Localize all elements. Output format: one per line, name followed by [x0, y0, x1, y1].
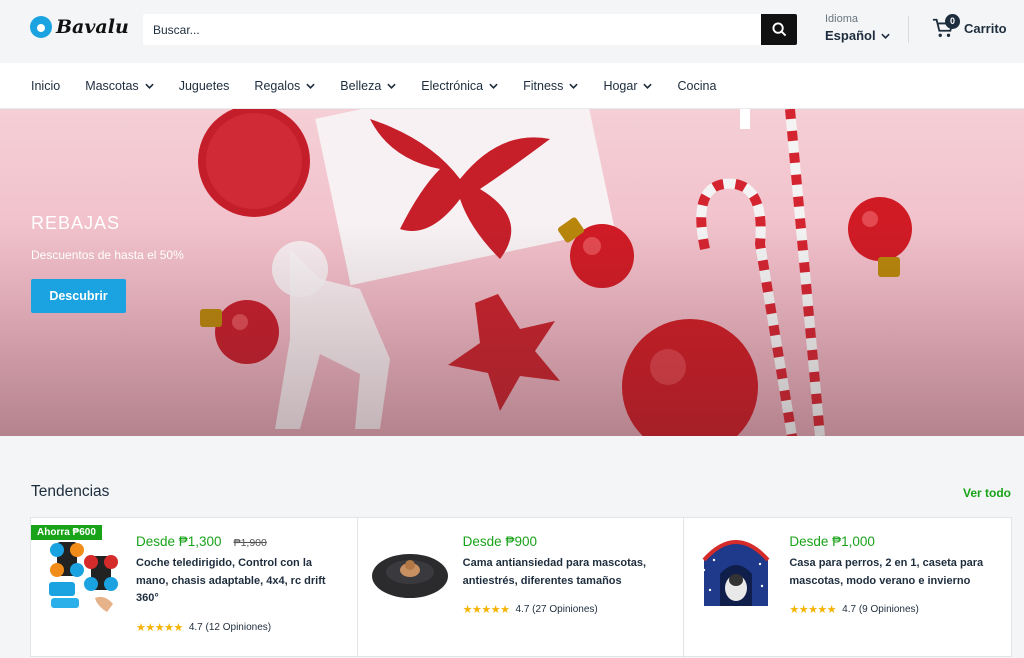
- rating-stars-icon: ★★★★★: [136, 621, 183, 634]
- language-value: Español: [825, 28, 876, 43]
- site-header: Bavalu Idioma Español 0 Carrito: [0, 0, 1024, 63]
- nav-item-inicio[interactable]: Inicio: [31, 79, 60, 93]
- section-title-trending: Tendencias: [31, 483, 110, 500]
- product-price: Desde ₱900: [462, 534, 537, 549]
- nav-item-hogar[interactable]: Hogar: [603, 79, 653, 93]
- search-button[interactable]: [761, 14, 797, 45]
- cart-label: Carrito: [964, 20, 1007, 36]
- savings-badge: Ahorra ₱600: [31, 525, 102, 540]
- product-name[interactable]: Casa para perros, 2 en 1, caseta para ma…: [789, 555, 999, 590]
- product-image-dog-house: [702, 540, 770, 606]
- product-card[interactable]: Desde ₱900 Cama antiansiedad para mascot…: [358, 518, 685, 658]
- nav-item-mascotas[interactable]: Mascotas: [85, 79, 154, 93]
- nav-item-fitness[interactable]: Fitness: [523, 79, 579, 93]
- nav-item-cocina[interactable]: Cocina: [677, 79, 716, 93]
- product-list: Ahorra ₱600 Desde ₱1,300 ₱1,900 Coche te…: [30, 517, 1012, 658]
- chevron-down-icon: [489, 83, 498, 89]
- chevron-down-icon: [643, 83, 653, 89]
- language-selector[interactable]: Idioma Español: [825, 13, 890, 43]
- product-rating: ★★★★★ 4.7 (27 Opiniones): [463, 603, 673, 616]
- product-rating: ★★★★★ 4.7 (12 Opiniones): [136, 621, 346, 634]
- search-icon: [771, 22, 786, 37]
- cart-count-badge: 0: [945, 14, 960, 29]
- logo[interactable]: Bavalu: [30, 16, 129, 38]
- product-image-rc-car: [49, 542, 118, 612]
- product-price: Desde ₱1,300: [136, 534, 222, 549]
- hero-shade: [0, 109, 1024, 436]
- rating-stars-icon: ★★★★★: [789, 604, 837, 617]
- nav-item-belleza[interactable]: Belleza: [340, 79, 396, 93]
- main-navigation: Inicio Mascotas Juguetes Regalos Belleza…: [0, 63, 1024, 109]
- chevron-down-icon: [569, 83, 579, 89]
- chevron-down-icon: [880, 33, 890, 39]
- nav-item-regalos[interactable]: Regalos: [254, 79, 315, 93]
- product-card[interactable]: Desde ₱1,000 Casa para perros, 2 en 1, c…: [684, 518, 1011, 658]
- product-old-price: ₱1,900: [233, 537, 267, 549]
- nav-item-juguetes[interactable]: Juguetes: [179, 79, 230, 93]
- product-price: Desde ₱1,000: [789, 534, 875, 549]
- chevron-down-icon: [387, 83, 396, 89]
- rating-text: 4.7 (12 Opiniones): [188, 621, 272, 633]
- cart-button[interactable]: 0 Carrito: [932, 14, 1007, 39]
- product-name[interactable]: Cama antiansiedad para mascotas, antiest…: [463, 555, 673, 590]
- language-label: Idioma: [825, 13, 859, 25]
- logo-text: Bavalu: [56, 16, 129, 38]
- rating-text: 4.7 (9 Opiniones): [842, 604, 919, 616]
- search-bar: [143, 14, 797, 45]
- rating-stars-icon: ★★★★★: [462, 604, 510, 617]
- header-divider: [908, 16, 909, 43]
- see-all-link[interactable]: Ver todo: [963, 486, 1011, 500]
- product-image-pet-bed: [371, 554, 448, 598]
- hero-title: REBAJAS: [31, 213, 121, 233]
- product-card[interactable]: Ahorra ₱600 Desde ₱1,300 ₱1,900 Coche te…: [31, 518, 358, 658]
- paw-icon: [30, 16, 52, 38]
- chevron-down-icon: [145, 83, 154, 89]
- product-name[interactable]: Coche teledirigido, Control con la mano,…: [136, 555, 346, 608]
- chevron-down-icon: [306, 83, 315, 89]
- hero-subtitle: Descuentos de hasta el 50%: [31, 248, 184, 262]
- hero-banner: REBAJAS Descuentos de hasta el 50% Descu…: [0, 109, 1024, 436]
- nav-item-electronica[interactable]: Electrónica: [421, 79, 498, 93]
- search-input[interactable]: [143, 14, 753, 45]
- discover-button[interactable]: Descubrir: [31, 279, 126, 313]
- product-rating: ★★★★★ 4.7 (9 Opiniones): [789, 603, 999, 616]
- rating-text: 4.7 (27 Opiniones): [515, 604, 598, 616]
